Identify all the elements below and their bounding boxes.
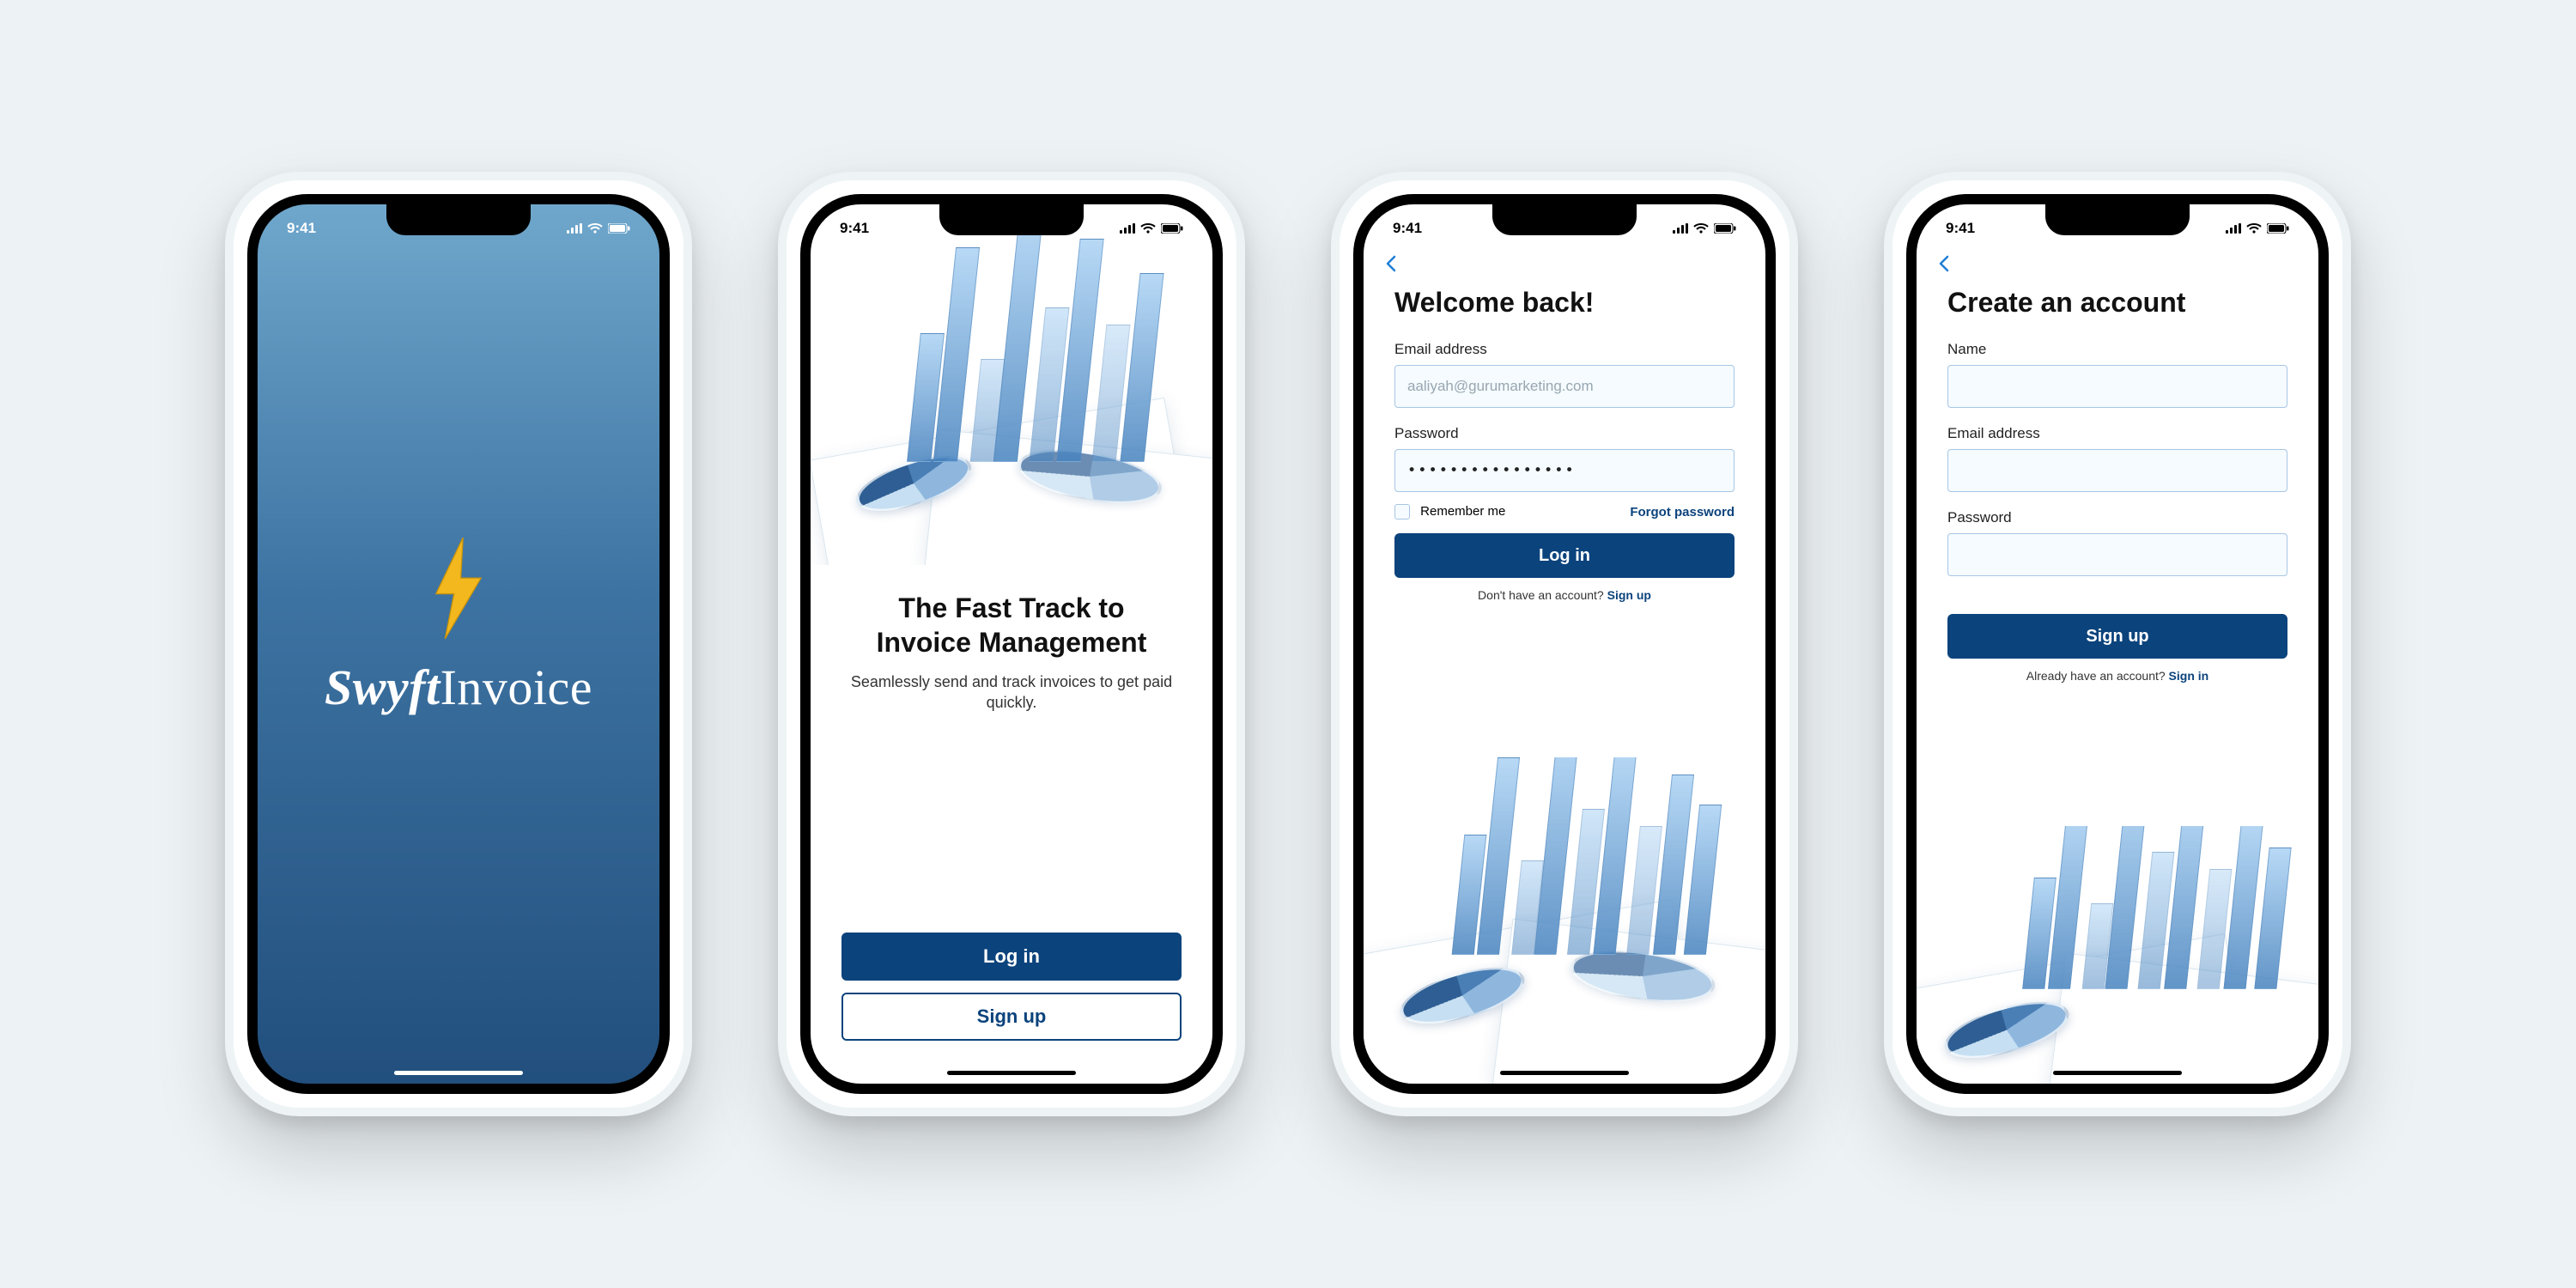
brand-lockup: SwyftInvoice <box>325 538 592 716</box>
brand-name-bold: Swyft <box>325 659 440 715</box>
home-indicator[interactable] <box>394 1071 523 1075</box>
phone-frame-splash: 9:41 SwyftInvoice <box>225 172 692 1116</box>
remember-me-label: Remember me <box>1420 504 1505 519</box>
remember-me[interactable]: Remember me <box>1394 504 1505 519</box>
footer-illustration <box>1364 757 1765 1084</box>
status-icons <box>1673 223 1736 234</box>
brand-wordmark: SwyftInvoice <box>325 659 592 716</box>
page-title: Welcome back! <box>1394 287 1735 319</box>
remember-me-checkbox[interactable] <box>1394 504 1410 519</box>
onboarding-headline: The Fast Track to Invoice Management <box>845 591 1178 659</box>
onboarding-subtitle: Seamlessly send and track invoices to ge… <box>845 671 1178 714</box>
name-field[interactable] <box>1947 365 2287 408</box>
home-indicator[interactable] <box>2053 1071 2182 1075</box>
forgot-password-link[interactable]: Forgot password <box>1630 505 1735 519</box>
onboarding-copy: The Fast Track to Invoice Management Sea… <box>811 565 1212 714</box>
email-field[interactable] <box>1947 449 2287 492</box>
wifi-icon <box>1693 223 1709 234</box>
footer-illustration <box>1917 826 2318 1084</box>
phone-frame-onboarding: 9:41 The Fast Track to Invoice <box>778 172 1245 1116</box>
wifi-icon <box>2246 223 2262 234</box>
signup-form: Create an account Name Email address Pas… <box>1917 204 2318 683</box>
device-notch <box>1492 204 1637 235</box>
phone-frame-login: 9:41 Welcome back! Email address Passwor… <box>1331 172 1798 1116</box>
home-indicator[interactable] <box>1500 1071 1629 1075</box>
battery-icon <box>608 223 630 234</box>
cellular-signal-icon <box>2226 223 2241 234</box>
brand-name-rest: Invoice <box>440 659 592 715</box>
device-notch <box>386 204 531 235</box>
cellular-signal-icon <box>567 223 582 234</box>
screen-splash: 9:41 SwyftInvoice <box>247 194 670 1094</box>
password-field[interactable] <box>1947 533 2287 576</box>
screen-login: 9:41 Welcome back! Email address Passwor… <box>1353 194 1776 1094</box>
screen-signup: 9:41 Create an account Name Email addres… <box>1906 194 2329 1094</box>
login-submit-button[interactable]: Log in <box>1394 533 1735 578</box>
login-options-row: Remember me Forgot password <box>1394 504 1735 519</box>
device-notch <box>939 204 1084 235</box>
password-field[interactable]: •••••••••••••••• <box>1394 449 1735 492</box>
status-icons <box>1120 223 1183 234</box>
signup-button[interactable]: Sign up <box>841 993 1182 1041</box>
wifi-icon <box>587 223 603 234</box>
screen-onboarding: 9:41 The Fast Track to Invoice <box>800 194 1223 1094</box>
status-time: 9:41 <box>1946 220 1975 237</box>
login-form: Welcome back! Email address Password •••… <box>1364 204 1765 602</box>
phone-frame-signup: 9:41 Create an account Name Email addres… <box>1884 172 2351 1116</box>
onboarding-actions: Log in Sign up <box>811 933 1212 1041</box>
battery-icon <box>2267 223 2289 234</box>
hero-illustration <box>811 204 1212 565</box>
status-time: 9:41 <box>1393 220 1422 237</box>
email-label: Email address <box>1947 425 2287 442</box>
name-label: Name <box>1947 341 2287 358</box>
wifi-icon <box>1140 223 1156 234</box>
battery-icon <box>1161 223 1183 234</box>
status-time: 9:41 <box>840 220 869 237</box>
login-button[interactable]: Log in <box>841 933 1182 981</box>
go-to-signin-link[interactable]: Sign in <box>2169 669 2209 683</box>
status-icons <box>2226 223 2289 234</box>
status-time: 9:41 <box>287 220 316 237</box>
battery-icon <box>1714 223 1736 234</box>
status-icons <box>567 223 630 234</box>
email-field[interactable] <box>1394 365 1735 408</box>
back-button[interactable] <box>1935 254 1954 277</box>
password-label: Password <box>1394 425 1735 442</box>
lightning-bolt-icon <box>325 538 592 643</box>
login-alt-prompt: Don't have an account? Sign up <box>1394 588 1735 602</box>
page-title: Create an account <box>1947 287 2287 319</box>
cellular-signal-icon <box>1673 223 1688 234</box>
home-indicator[interactable] <box>947 1071 1076 1075</box>
password-label: Password <box>1947 509 2287 526</box>
go-to-signup-link[interactable]: Sign up <box>1607 588 1651 602</box>
cellular-signal-icon <box>1120 223 1135 234</box>
email-label: Email address <box>1394 341 1735 358</box>
device-notch <box>2045 204 2190 235</box>
signup-alt-prompt: Already have an account? Sign in <box>1947 669 2287 683</box>
back-button[interactable] <box>1382 254 1401 277</box>
signup-submit-button[interactable]: Sign up <box>1947 614 2287 659</box>
